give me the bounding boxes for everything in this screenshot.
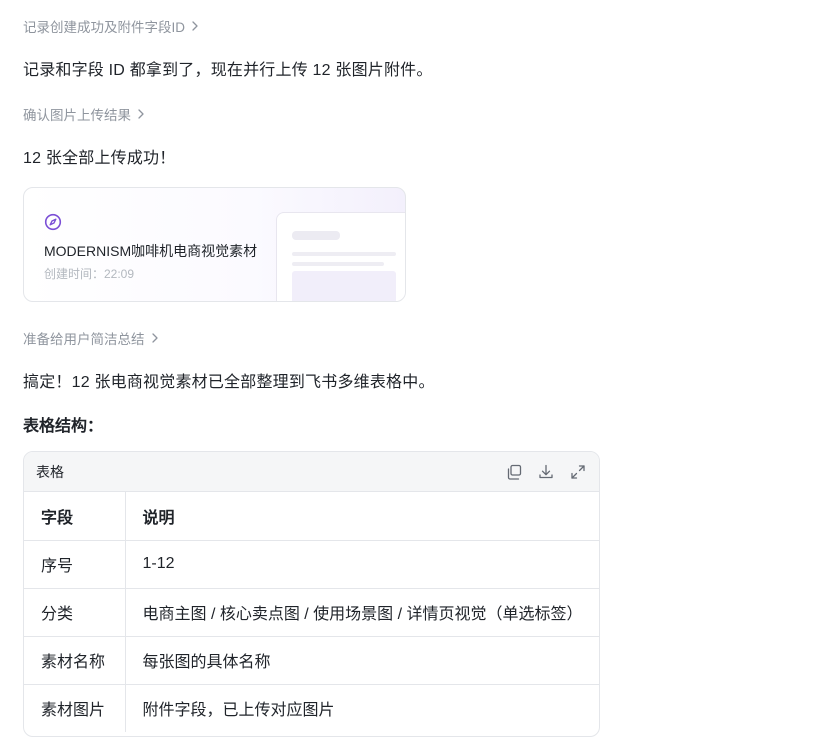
table-cell: 分类 (24, 588, 126, 637)
preview-line (292, 252, 396, 256)
step-record-created[interactable]: 记录创建成功及附件字段ID (23, 16, 201, 36)
column-header: 说明 (125, 492, 599, 541)
table-cell: 素材名称 (24, 636, 126, 685)
table-header-row: 字段 说明 (24, 492, 599, 541)
card-title: MODERNISM咖啡机电商视觉素材 (44, 243, 258, 259)
step-label: 确认图片上传结果 (23, 108, 131, 123)
table-cell: 每张图的具体名称 (125, 636, 599, 685)
table-cell: 素材图片 (24, 684, 126, 732)
table-block: 表格 字段 说明 序号 1-12 分类 电商主图 / 核心卖点图 / 使用场景图… (23, 451, 600, 737)
chevron-right-icon (151, 333, 158, 343)
table-tools (505, 463, 587, 481)
card-preview-thumbnail (276, 212, 405, 301)
step-confirm-upload[interactable]: 确认图片上传结果 (23, 104, 147, 124)
message-text: 搞定！12 张电商视觉素材已全部整理到飞书多维表格中。 (23, 374, 435, 391)
preview-line (292, 262, 384, 266)
expand-icon[interactable] (569, 463, 587, 481)
message-text: 12 张全部上传成功！ (23, 150, 176, 167)
preview-line (292, 231, 340, 240)
card-created-time: 创建时间：22:09 (44, 267, 135, 281)
table-row: 序号 1-12 (24, 540, 599, 589)
download-icon[interactable] (537, 463, 555, 481)
preview-block (292, 271, 396, 301)
message-text: 记录和字段 ID 都拿到了，现在并行上传 12 张图片附件。 (23, 62, 433, 79)
table-toolbar: 表格 (24, 452, 599, 492)
compass-icon (44, 213, 62, 231)
chevron-right-icon (138, 109, 144, 119)
chat-page: 记录创建成功及附件字段ID 记录和字段 ID 都拿到了，现在并行上传 12 张图… (0, 0, 818, 744)
table-row: 素材名称 每张图的具体名称 (24, 636, 599, 685)
step-label: 记录创建成功及附件字段ID (23, 20, 185, 35)
copy-icon[interactable] (505, 463, 523, 481)
table-cell: 附件字段，已上传对应图片 (142, 702, 335, 720)
step-label: 准备给用户简洁总结 (23, 332, 145, 347)
table-row: 分类 电商主图 / 核心卖点图 / 使用场景图 / 详情页视觉（单选标签） (24, 588, 599, 637)
column-header: 字段 (24, 492, 126, 541)
step-prepare-summary[interactable]: 准备给用户简洁总结 (23, 328, 161, 348)
table-cell: 电商主图 / 核心卖点图 / 使用场景图 / 详情页视觉（单选标签） (125, 588, 599, 637)
section-heading: 表格结构： (23, 418, 104, 435)
table-cell: 序号 (24, 540, 126, 589)
table-row: 素材图片 附件字段，已上传对应图片 (24, 684, 599, 732)
table-cell: 1-12 (125, 540, 599, 589)
structure-table: 字段 说明 序号 1-12 分类 电商主图 / 核心卖点图 / 使用场景图 / … (24, 492, 599, 732)
bitable-file-card[interactable]: MODERNISM咖啡机电商视觉素材 创建时间：22:09 (23, 187, 406, 302)
chevron-right-icon (192, 21, 198, 31)
table-label: 表格 (36, 463, 64, 480)
